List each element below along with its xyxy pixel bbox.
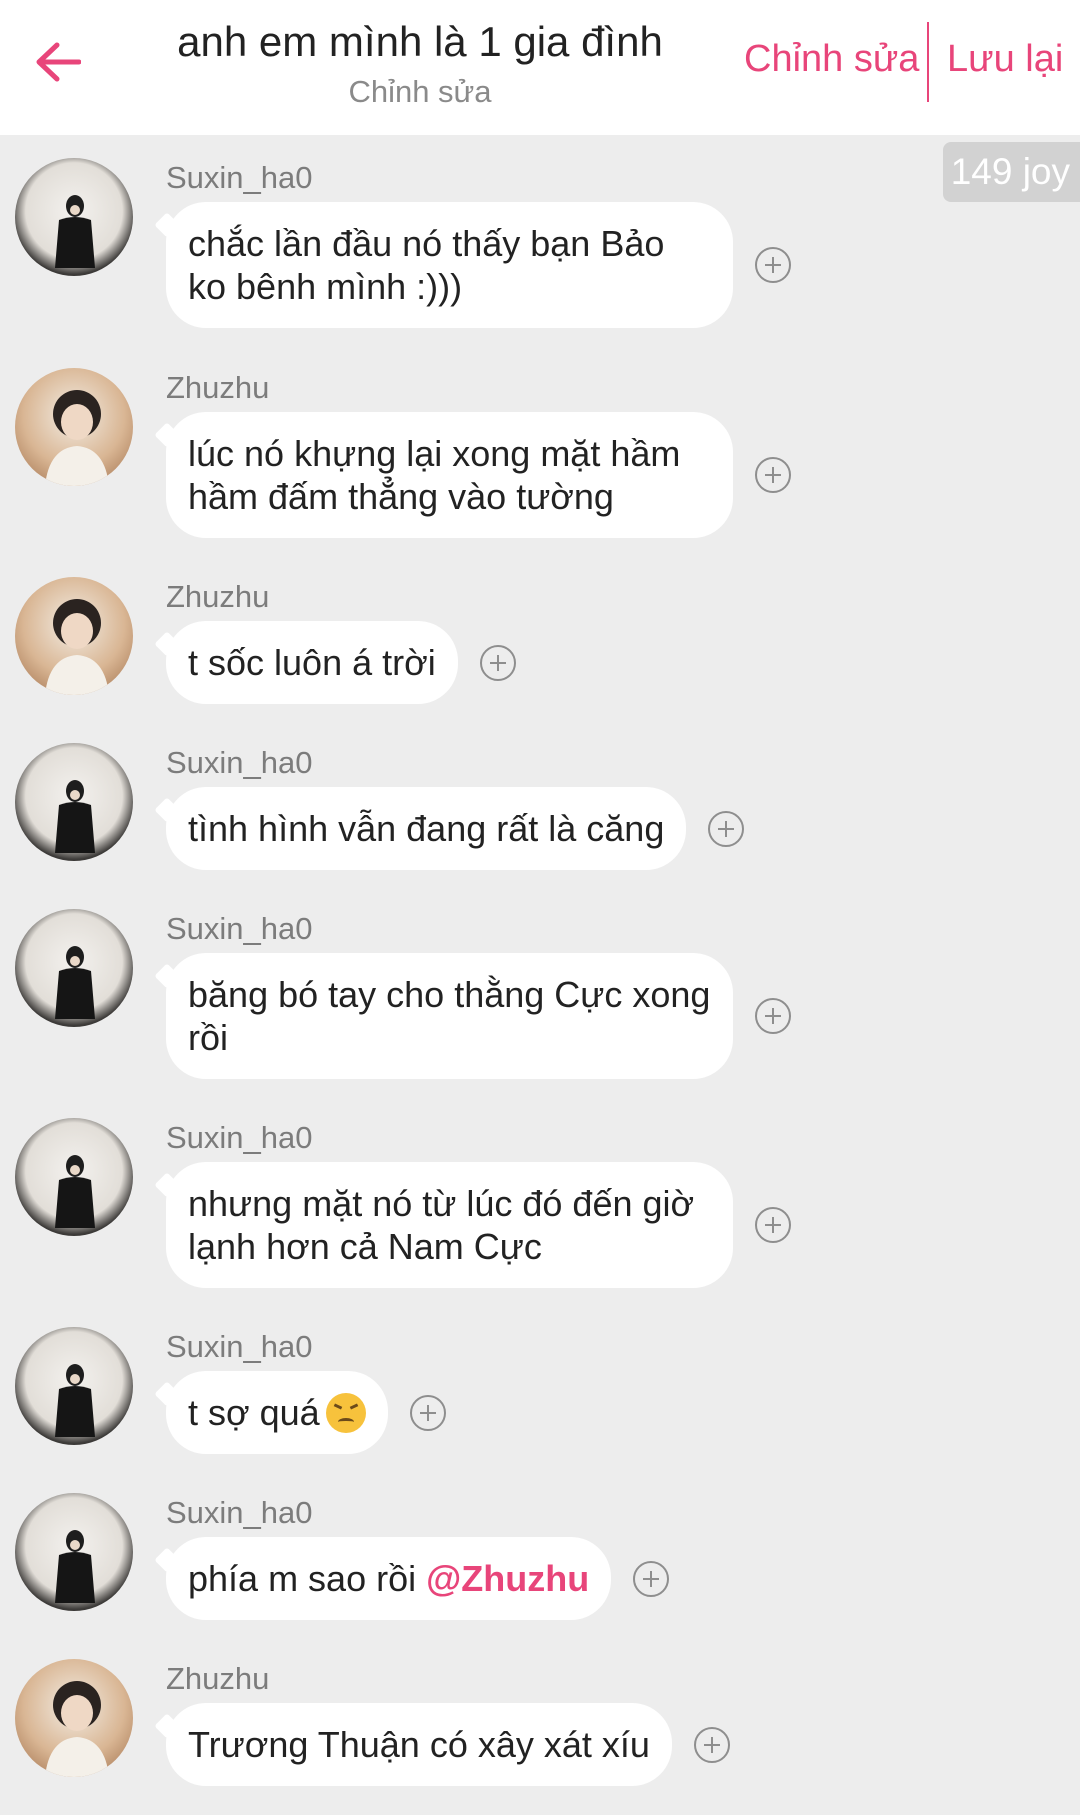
header-divider	[927, 22, 929, 102]
message-text: nhưng mặt nó từ lúc đó đến giờ lạnh hơn …	[188, 1183, 695, 1267]
avatar[interactable]	[15, 909, 133, 1027]
message-bubble[interactable]: t sợ quá	[166, 1371, 388, 1454]
add-reaction-icon[interactable]	[479, 644, 516, 681]
back-arrow-icon[interactable]	[30, 38, 86, 86]
sender-name: Zhuzhu	[166, 370, 270, 405]
edit-button[interactable]: Chỉnh sửa	[744, 38, 919, 81]
add-reaction-icon[interactable]	[755, 247, 791, 283]
message-bubble[interactable]: Trương Thuận có xây xát xíu	[166, 1703, 672, 1786]
sender-name: Suxin_ha0	[166, 1495, 313, 1530]
confounded-face-icon	[325, 1393, 366, 1433]
joy-count-badge: 149 joy	[942, 142, 1080, 202]
avatar[interactable]	[15, 368, 133, 486]
message-bubble[interactable]: tình hình vẫn đang rất là căng	[166, 787, 687, 870]
add-reaction-icon[interactable]	[708, 810, 745, 847]
message-bubble[interactable]: băng bó tay cho thằng Cực xong rồi	[166, 953, 733, 1079]
sender-name: Suxin_ha0	[166, 1329, 313, 1364]
sender-name: Suxin_ha0	[166, 745, 313, 780]
avatar[interactable]	[15, 1659, 133, 1777]
add-reaction-icon[interactable]	[755, 998, 791, 1034]
add-reaction-icon[interactable]	[693, 1726, 730, 1763]
sender-name: Suxin_ha0	[166, 160, 313, 195]
message-bubble[interactable]: nhưng mặt nó từ lúc đó đến giờ lạnh hơn …	[166, 1162, 733, 1288]
message-bubble[interactable]: lúc nó khựng lại xong mặt hầm hầm đấm th…	[166, 412, 733, 538]
add-reaction-icon[interactable]	[633, 1560, 670, 1597]
message-text: Trương Thuận có xây xát xíu	[188, 1724, 650, 1765]
add-reaction-icon[interactable]	[755, 457, 791, 493]
message-text: tình hình vẫn đang rất là căng	[188, 808, 665, 849]
message-bubble[interactable]: phía m sao rồi @Zhuzhu	[166, 1537, 612, 1620]
save-button[interactable]: Lưu lại	[947, 38, 1063, 81]
page-subtitle: Chỉnh sửa	[348, 74, 492, 109]
message-text: băng bó tay cho thằng Cực xong rồi	[188, 974, 711, 1058]
top-bar: anh em mình là 1 gia đình Chỉnh sửa Chỉn…	[0, 0, 1080, 135]
sender-name: Suxin_ha0	[166, 911, 313, 946]
sender-name: Zhuzhu	[166, 579, 270, 614]
message-bubble[interactable]: t sốc luôn á trời	[166, 621, 458, 704]
mention-link[interactable]: @Zhuzhu	[426, 1558, 589, 1599]
avatar[interactable]	[15, 577, 133, 695]
avatar[interactable]	[15, 743, 133, 861]
title-block: anh em mình là 1 gia đình Chỉnh sửa	[150, 14, 690, 112]
avatar[interactable]	[15, 158, 133, 276]
avatar[interactable]	[15, 1327, 133, 1445]
sender-name: Zhuzhu	[166, 1661, 270, 1696]
message-text: t sốc luôn á trời	[188, 642, 436, 683]
message-text: chắc lần đầu nó thấy bạn Bảo ko bênh mìn…	[188, 223, 665, 307]
message-text: phía m sao rồi	[188, 1558, 427, 1599]
message-text: lúc nó khựng lại xong mặt hầm hầm đấm th…	[188, 433, 681, 517]
avatar[interactable]	[15, 1118, 133, 1236]
message-text: t sợ quá	[188, 1392, 320, 1433]
sender-name: Suxin_ha0	[166, 1120, 313, 1155]
add-reaction-icon[interactable]	[755, 1207, 791, 1243]
add-reaction-icon[interactable]	[409, 1394, 446, 1431]
page-title: anh em mình là 1 gia đình	[177, 18, 663, 65]
avatar[interactable]	[15, 1493, 133, 1611]
message-bubble[interactable]: chắc lần đầu nó thấy bạn Bảo ko bênh mìn…	[166, 202, 733, 328]
